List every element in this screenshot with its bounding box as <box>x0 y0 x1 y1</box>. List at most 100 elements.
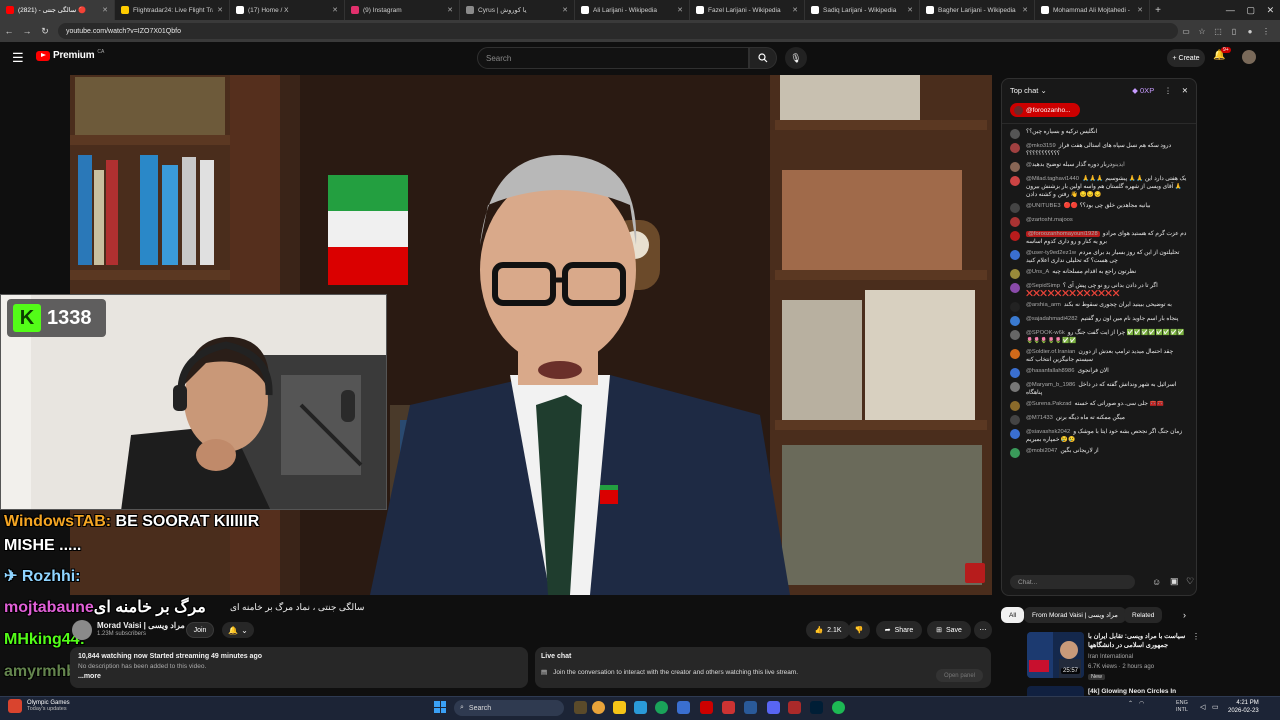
store-icon[interactable] <box>677 701 690 714</box>
tab-close-icon[interactable]: ✕ <box>1137 6 1143 14</box>
chat-message[interactable]: @UNITUBE3 🔴🔴 بیانیه مجاهدین خلق چی بود؟؟ <box>1010 202 1188 213</box>
chat-message[interactable]: @siavashsk2042 زمان جنگ اگر نجحص بشه خود … <box>1010 428 1188 444</box>
browser-tab[interactable]: Cyrus | یا کوروش ✕ <box>460 0 575 20</box>
chat-message[interactable]: @Maryam_b_1986 اسرائیل به شهر وندانش گفته… <box>1010 381 1188 397</box>
minimize-icon[interactable]: — <box>1226 5 1235 15</box>
chat-message[interactable]: @user-ty9ed2ez1w تحلیلتون از این که روز ب… <box>1010 249 1188 265</box>
recommended-video-title[interactable]: سیاست با مراد ویسی: تقابل ایران با جمهور… <box>1088 632 1188 650</box>
description-box[interactable]: 10,844 watching now Started streaming 49… <box>70 647 528 688</box>
tab-close-icon[interactable]: ✕ <box>677 6 683 14</box>
tab-close-icon[interactable]: ✕ <box>217 6 223 14</box>
tab-close-icon[interactable]: ✕ <box>792 6 798 14</box>
recommended-video-thumbnail[interactable] <box>1027 686 1084 696</box>
filter-chip-all[interactable]: All <box>1001 607 1025 623</box>
discord-icon[interactable] <box>767 701 780 714</box>
chat-author[interactable]: @mobi2047 <box>1026 448 1057 454</box>
chat-message[interactable]: @hasanfallah8986 الان فرانجوی <box>1010 367 1188 378</box>
youtube-logo[interactable]: Premium CA <box>36 49 104 61</box>
chat-author[interactable]: @UNITUBE3 <box>1026 203 1061 209</box>
chat-author[interactable]: @Soldier.of.Iranian <box>1026 349 1075 355</box>
menu-dots-icon[interactable]: ⋮ <box>1258 27 1274 36</box>
chat-message[interactable]: @ایدینودربار دوره گذار سبله توضیح بدهید <box>1010 161 1188 172</box>
chat-author[interactable]: @arshia_arm <box>1026 302 1061 308</box>
join-button[interactable]: Join <box>186 622 214 638</box>
reload-icon[interactable]: ↻ <box>36 26 54 37</box>
bookmark-star-icon[interactable]: ☆ <box>1194 27 1210 36</box>
forward-icon[interactable]: → <box>18 26 36 36</box>
cast-icon[interactable]: ▭ <box>1178 27 1194 36</box>
chat-message[interactable]: @mko3159 درود سکه هم نسل سپاه های استالی … <box>1010 142 1188 158</box>
like-button[interactable]: 👍 2.1K <box>806 621 850 639</box>
chat-author[interactable]: @hasanfallah8986 <box>1026 368 1074 374</box>
subscription-bell-button[interactable]: 🔔 ⌄ <box>222 622 254 638</box>
browser-tab[interactable]: (17) Home / X ✕ <box>230 0 345 20</box>
share-button[interactable]: ➦ Share <box>876 621 922 639</box>
chevron-up-icon[interactable]: ⌃ <box>1128 700 1133 707</box>
chat-author[interactable]: @Uns_A <box>1026 269 1049 275</box>
chat-author[interactable]: @M71433 <box>1026 415 1053 421</box>
channel-avatar[interactable] <box>72 620 92 640</box>
browser-tab[interactable]: Ali Larijani - Wikipedia ✕ <box>575 0 690 20</box>
mail-icon[interactable] <box>634 701 647 714</box>
chat-author[interactable]: @mko3159 <box>1026 143 1056 149</box>
start-button-icon[interactable] <box>434 701 446 713</box>
chat-author[interactable]: @SPOOK-w6k <box>1026 330 1065 336</box>
url-field[interactable]: youtube.com/watch?v=IZO7X01Qbfo <box>58 23 1178 39</box>
recommendation-menu-icon[interactable]: ⋮ <box>1192 632 1200 641</box>
maximize-icon[interactable]: ▢ <box>1246 5 1255 16</box>
recommended-video-title[interactable]: [4k] Glowing Neon Circles In <box>1088 688 1176 695</box>
points-badge[interactable]: ◆ 0XP <box>1132 86 1154 95</box>
channel-name[interactable]: Morad Vaisi | مراد ویسی <box>97 621 185 630</box>
hamburger-menu-icon[interactable]: ☰ <box>12 50 24 66</box>
browser-tab[interactable]: Mohammad Ali Mojtahedi - ✕ <box>1035 0 1150 20</box>
chat-author[interactable]: @user-ty9ed2ez1w <box>1026 250 1076 256</box>
chat-message[interactable]: @sajadahmadi4282 پنجاه بار اسم جاوید نام … <box>1010 315 1188 326</box>
browser-tab[interactable]: Sadiq Larijani - Wikipedia ✕ <box>805 0 920 20</box>
extensions-icon[interactable]: ⬚ <box>1210 27 1226 36</box>
dislike-button[interactable]: 👎 <box>848 621 870 639</box>
filter-chip-from-channel[interactable]: From Morad Vaisi | مراد ویسی <box>1024 607 1126 623</box>
show-more-link[interactable]: ...more <box>78 673 520 680</box>
spotify-icon[interactable] <box>832 701 845 714</box>
voice-search-button[interactable]: 🎙 <box>785 47 807 69</box>
chat-message[interactable]: انگلیس ترکیه و بسیاره چین؟؟ <box>1010 128 1188 139</box>
search-input[interactable]: Search <box>477 47 749 69</box>
steam-icon[interactable] <box>744 701 757 714</box>
save-button[interactable]: ⊞ Save <box>927 621 971 639</box>
emoji-icon[interactable]: ☺ <box>1152 577 1161 587</box>
photoshop-icon[interactable] <box>810 701 823 714</box>
chat-author[interactable]: @siavashsk2042 <box>1026 429 1070 435</box>
close-window-icon[interactable]: ✕ <box>1267 5 1275 16</box>
edge-icon[interactable] <box>655 701 668 714</box>
chat-author[interactable]: @sajadahmadi4282 <box>1026 316 1078 322</box>
chat-message[interactable]: @arshia_arm به توضیحی ببینید ایران چجوری … <box>1010 301 1188 312</box>
chat-author[interactable]: @foroozanhomayouni1928 <box>1026 231 1100 237</box>
taskbar-clock[interactable]: 4:21 PM 2026-02-23 <box>1228 699 1259 715</box>
chat-message[interactable]: @SepidSimp اگر تا در دادن بدانی رو نو چی … <box>1010 282 1188 298</box>
chips-next-icon[interactable]: › <box>1183 610 1186 620</box>
chat-author[interactable]: @Milad.taghavi1440 <box>1026 176 1079 182</box>
app-m-icon[interactable] <box>722 701 735 714</box>
system-tray[interactable]: ⌃ ◠ <box>1128 700 1144 707</box>
chat-author[interactable]: @zartosht.majoos <box>1026 217 1073 223</box>
back-icon[interactable]: ← <box>0 26 18 36</box>
browser-tab[interactable]: Flightradar24: Live Flight Tra ✕ <box>115 0 230 20</box>
account-avatar[interactable] <box>1242 50 1256 64</box>
tab-close-icon[interactable]: ✕ <box>1022 6 1028 14</box>
search-button[interactable] <box>749 47 777 69</box>
tab-close-icon[interactable]: ✕ <box>332 6 338 14</box>
taskbar-search[interactable]: ⌕ Search <box>454 700 564 716</box>
browser-tab[interactable]: Fazel Larijani - Wikipedia ✕ <box>690 0 805 20</box>
chat-message[interactable]: @foroozanhomayouni1928 دم عزت گرم که هستی… <box>1010 230 1188 246</box>
battery-icon[interactable]: ▭ <box>1212 703 1219 711</box>
chat-message[interactable]: @Milad.taghavi1440 یک هفتی دارد این 🙏🙏 پی… <box>1010 175 1188 199</box>
input-language[interactable]: ENG INTL <box>1176 700 1188 714</box>
chat-message[interactable]: @mobi2047 از لاریجانی بگین <box>1010 447 1188 458</box>
tab-close-icon[interactable]: ✕ <box>447 6 453 14</box>
task-view-icon[interactable] <box>574 701 587 714</box>
chat-message[interactable]: @zartosht.majoos <box>1010 216 1188 227</box>
chat-input[interactable]: Chat... <box>1010 575 1135 589</box>
chat-message-list[interactable]: انگلیس ترکیه و بسیاره چین؟؟ @mko3159 درود … <box>1002 123 1196 563</box>
create-button[interactable]: + Create <box>1167 49 1205 67</box>
heart-icon[interactable]: ♡ <box>1186 576 1194 587</box>
